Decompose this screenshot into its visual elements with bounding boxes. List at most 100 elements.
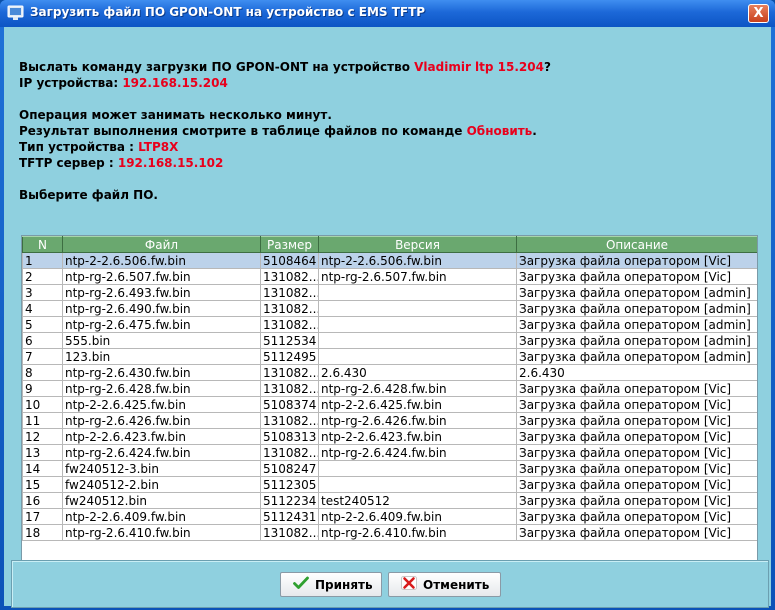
cell-version: ntp-rg-2.6.410.fw.bin <box>318 524 517 541</box>
device-type-line: Тип устройства : LTP8X <box>19 139 551 155</box>
cell-description: Загрузка файла оператором [Vic] <box>516 396 757 413</box>
cell-version <box>318 332 517 349</box>
cell-n: 6 <box>22 332 63 349</box>
cell-file: ntp-rg-2.6.430.fw.bin <box>62 364 261 381</box>
cell-size: 131082... <box>260 444 319 461</box>
close-icon: X <box>753 6 764 21</box>
cell-file: ntp-rg-2.6.493.fw.bin <box>62 284 261 301</box>
cell-size: 131082... <box>260 380 319 397</box>
title-bar[interactable]: Загрузить файл ПО GPON-ONT на устройство… <box>0 0 775 27</box>
table-row[interactable]: 8 ntp-rg-2.6.430.fw.bin 131082... 2.6.430 2.… <box>22 364 757 381</box>
cell-description: Загрузка файла оператором [admin] <box>516 348 757 365</box>
cell-n: 15 <box>22 476 63 493</box>
table-row[interactable]: 2 ntp-rg-2.6.507.fw.bin 131082... ntp-rg-2.… <box>22 268 757 285</box>
cell-version <box>318 300 517 317</box>
cell-n: 17 <box>22 508 63 525</box>
cell-version <box>318 476 517 493</box>
accept-button[interactable]: Принять <box>280 572 382 597</box>
cell-description: Загрузка файла оператором [Vic] <box>516 268 757 285</box>
cell-version: ntp-2-2.6.425.fw.bin <box>318 396 517 413</box>
table-row[interactable]: 4 ntp-rg-2.6.490.fw.bin 131082... Загрузка … <box>22 300 757 317</box>
tftp-line: TFTP сервер : 192.168.15.102 <box>19 155 551 171</box>
column-header-description[interactable]: Описание <box>516 236 757 253</box>
cell-size: 5108464 <box>260 252 319 269</box>
cell-version <box>318 348 517 365</box>
result-prefix: Результат выполнения смотрите в таблице … <box>19 124 467 138</box>
cell-version: 2.6.430 <box>318 364 517 381</box>
cell-file: ntp-rg-2.6.475.fw.bin <box>62 316 261 333</box>
cancel-button[interactable]: Отменить <box>388 572 501 597</box>
cell-size: 131082... <box>260 300 319 317</box>
cell-version <box>318 460 517 477</box>
cell-n: 12 <box>22 428 63 445</box>
cell-size: 131082... <box>260 524 319 541</box>
cell-version: ntp-rg-2.6.428.fw.bin <box>318 380 517 397</box>
table-row[interactable]: 10 ntp-2-2.6.425.fw.bin 5108374 ntp-2-2.6.4… <box>22 396 757 413</box>
cell-size: 131082... <box>260 284 319 301</box>
cell-n: 8 <box>22 364 63 381</box>
cell-file: 555.bin <box>62 332 261 349</box>
cell-size: 131082... <box>260 412 319 429</box>
table-row[interactable]: 15 fw240512-2.bin 5112305 Загрузка файла оп… <box>22 476 757 493</box>
cell-file: fw240512-3.bin <box>62 460 261 477</box>
cell-description: Загрузка файла оператором [admin] <box>516 316 757 333</box>
table-row[interactable]: 18 ntp-rg-2.6.410.fw.bin 131082... ntp-rg-2… <box>22 524 757 541</box>
cell-n: 3 <box>22 284 63 301</box>
table-row[interactable]: 9 ntp-rg-2.6.428.fw.bin 131082... ntp-rg-2.… <box>22 380 757 397</box>
cell-file: 123.bin <box>62 348 261 365</box>
cell-file: ntp-2-2.6.425.fw.bin <box>62 396 261 413</box>
cell-description: Загрузка файла оператором [Vic] <box>516 508 757 525</box>
accept-label: Принять <box>315 577 373 592</box>
column-header-n[interactable]: N <box>22 236 63 253</box>
table-row[interactable]: 3 ntp-rg-2.6.493.fw.bin 131082... Загрузка … <box>22 284 757 301</box>
cell-n: 14 <box>22 460 63 477</box>
table-row[interactable]: 1 ntp-2-2.6.506.fw.bin 5108464 ntp-2-2.6.50… <box>22 252 757 269</box>
result-suffix: . <box>532 124 537 138</box>
table-row[interactable]: 16 fw240512.bin 5112234 test240512 Загрузка … <box>22 492 757 509</box>
op-notice: Операция может занимать несколько минут. <box>19 108 332 122</box>
cell-version: ntp-2-2.6.506.fw.bin <box>318 252 517 269</box>
table-row[interactable]: 5 ntp-rg-2.6.475.fw.bin 131082... Загрузка … <box>22 316 757 333</box>
cell-n: 5 <box>22 316 63 333</box>
tftp-value: 192.168.15.102 <box>117 156 224 170</box>
column-header-size[interactable]: Размер <box>260 236 319 253</box>
table-row[interactable]: 6 555.bin 5112534 Загрузка файла оператором… <box>22 332 757 349</box>
cell-size: 131082... <box>260 268 319 285</box>
cell-n: 11 <box>22 412 63 429</box>
tftp-label: TFTP сервер : <box>19 156 118 170</box>
cell-description: Загрузка файла оператором [admin] <box>516 284 757 301</box>
cell-n: 2 <box>22 268 63 285</box>
table-row[interactable]: 12 ntp-2-2.6.423.fw.bin 5108313 ntp-2-2.6.4… <box>22 428 757 445</box>
cell-description: Загрузка файла оператором [admin] <box>516 300 757 317</box>
cell-version: ntp-rg-2.6.424.fw.bin <box>318 444 517 461</box>
cell-size: 5108374 <box>260 396 319 413</box>
command-prefix: Выслать команду загрузки ПО GPON-ONT на … <box>19 60 415 74</box>
cell-file: fw240512.bin <box>62 492 261 509</box>
column-header-version[interactable]: Версия <box>318 236 517 253</box>
cell-file: fw240512-2.bin <box>62 476 261 493</box>
cell-size: 131082... <box>260 364 319 381</box>
table-row[interactable]: 11 ntp-rg-2.6.426.fw.bin 131082... ntp-rg-2… <box>22 412 757 429</box>
cell-file: ntp-rg-2.6.426.fw.bin <box>62 412 261 429</box>
table-row[interactable]: 7 123.bin 5112495 Загрузка файла оператором… <box>22 348 757 365</box>
cell-n: 4 <box>22 300 63 317</box>
command-line: Выслать команду загрузки ПО GPON-ONT на … <box>19 59 551 75</box>
table-row[interactable]: 17 ntp-2-2.6.409.fw.bin 5112431 ntp-2-2.6.4… <box>22 508 757 525</box>
window-app-icon <box>7 5 24 21</box>
dialog-body: Выслать команду загрузки ПО GPON-ONT на … <box>4 27 771 608</box>
table-row[interactable]: 13 ntp-rg-2.6.424.fw.bin 131082... ntp-rg-2… <box>22 444 757 461</box>
choose-file-prompt: Выберите файл ПО. <box>19 188 158 202</box>
close-button[interactable]: X <box>748 4 769 23</box>
cross-icon <box>401 576 423 593</box>
table-row[interactable]: 14 fw240512-3.bin 5108247 Загрузка файла оп… <box>22 460 757 477</box>
ip-value: 192.168.15.204 <box>122 76 228 90</box>
cell-size: 5112534 <box>260 332 319 349</box>
cell-description: Загрузка файла оператором [Vic] <box>516 460 757 477</box>
cell-version: ntp-2-2.6.423.fw.bin <box>318 428 517 445</box>
cell-description: Загрузка файла оператором [Vic] <box>516 428 757 445</box>
firmware-table: N Файл Размер Версия Описание 1 ntp-2-2.6… <box>21 235 758 567</box>
device-type-value: LTP8X <box>138 140 179 154</box>
refresh-link: Обновить <box>466 124 533 138</box>
window-title: Загрузить файл ПО GPON-ONT на устройство… <box>30 5 426 19</box>
column-header-file[interactable]: Файл <box>62 236 261 253</box>
